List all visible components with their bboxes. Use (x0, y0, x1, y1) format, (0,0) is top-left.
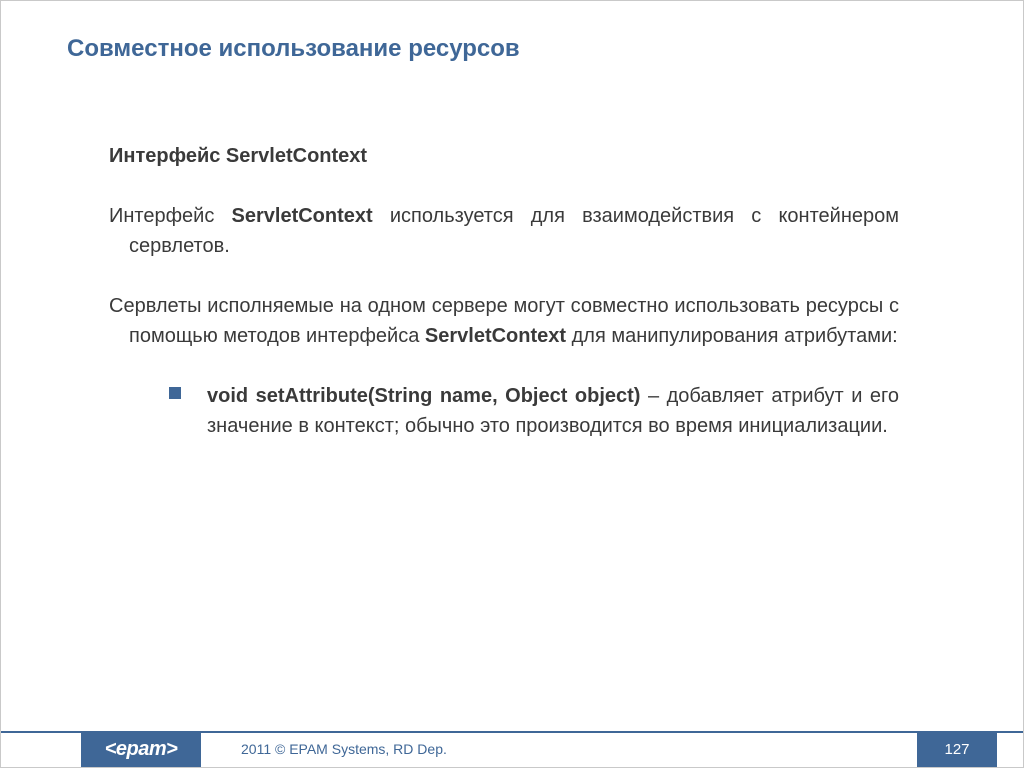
subheading: Интерфейс ServletContext (109, 141, 899, 171)
footer: <epam> 2011 © EPAM Systems, RD Dep. 127 (1, 731, 1023, 767)
footer-copyright: 2011 © EPAM Systems, RD Dep. (241, 731, 447, 767)
para1-pre: Интерфейс (109, 205, 232, 227)
para1-bold: ServletContext (232, 205, 373, 227)
epam-logo: <epam> (81, 731, 201, 767)
paragraph-2: Сервлеты исполняемые на одном сервере мо… (109, 291, 899, 351)
para2-post: для манипулирования атрибутами: (566, 325, 898, 347)
slide-body: Интерфейс ServletContext Интерфейс Servl… (109, 141, 899, 441)
slide-title: Совместное использование ресурсов (67, 35, 957, 63)
para2-bold: ServletContext (425, 325, 566, 347)
paragraph-1: Интерфейс ServletContext используется дл… (109, 201, 899, 261)
bullet-lead: void setAttribute(String name, Object ob… (207, 385, 640, 407)
slide: Совместное использование ресурсов Интерф… (0, 0, 1024, 768)
square-bullet-icon (169, 387, 181, 399)
bullet-text: void setAttribute(String name, Object ob… (207, 381, 899, 441)
page-number: 127 (917, 731, 997, 767)
bullet-item: void setAttribute(String name, Object ob… (169, 381, 899, 441)
